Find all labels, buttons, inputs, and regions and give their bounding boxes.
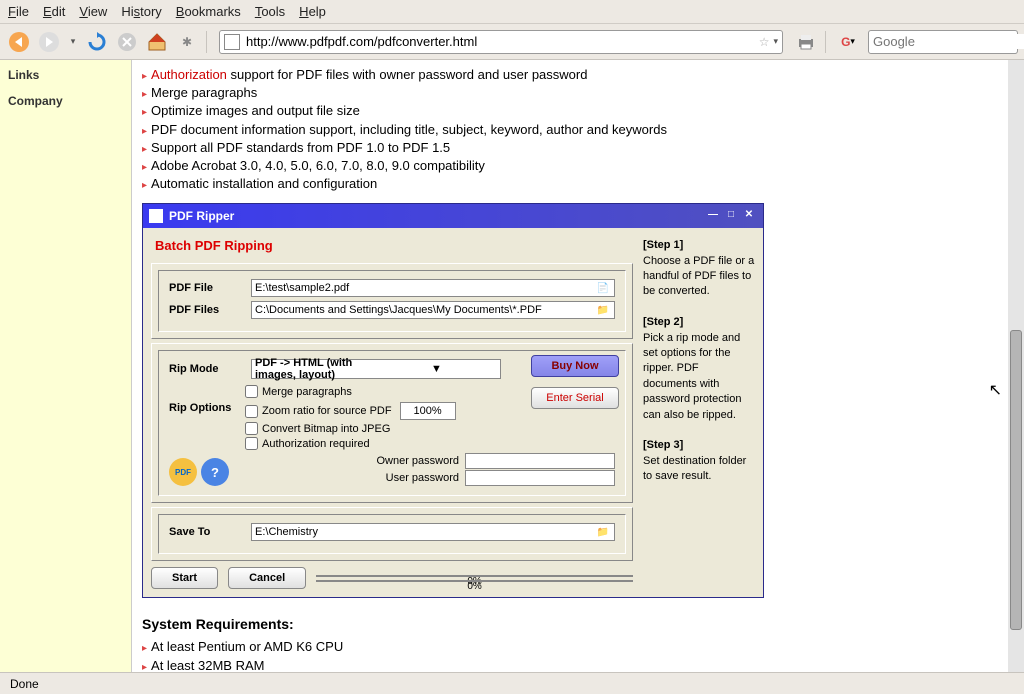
zoom-input[interactable]	[400, 402, 456, 420]
search-engine-icon[interactable]: G▾	[832, 29, 864, 55]
content-area: Links Company Authorization support for …	[0, 60, 1024, 672]
close-button[interactable]: ✕	[741, 209, 757, 223]
feature-item: Optimize images and output file size	[142, 102, 998, 120]
sidebar: Links Company	[0, 60, 132, 672]
browse-folder-icon[interactable]: 📁	[595, 303, 611, 317]
url-dropdown-icon[interactable]: ▾	[773, 36, 778, 47]
check-merge[interactable]: Merge paragraphs	[245, 385, 352, 398]
url-input[interactable]	[244, 32, 759, 51]
start-button[interactable]: Start	[151, 567, 218, 589]
chevron-down-icon: ▼	[376, 363, 497, 375]
sysreq-title: System Requirements:	[142, 616, 998, 632]
enter-serial-button[interactable]: Enter Serial	[531, 387, 619, 409]
label-rip-options: Rip Options	[169, 400, 245, 414]
menu-tools[interactable]: Tools	[255, 4, 285, 19]
feature-item: Merge paragraphs	[142, 84, 998, 102]
rip-mode-dropdown[interactable]: PDF -> HTML (with images, layout) ▼	[251, 359, 501, 379]
menu-help[interactable]: Help	[299, 4, 326, 19]
forward-button[interactable]	[36, 29, 62, 55]
check-auth[interactable]: Authorization required	[245, 437, 460, 450]
pdf-file-field[interactable]: 📄	[251, 279, 615, 297]
pdf-ripper-dialog: PDF Ripper — □ ✕ Batch PDF Ripping PDF F…	[142, 203, 764, 598]
reload-button[interactable]	[84, 29, 110, 55]
menu-history[interactable]: History	[121, 4, 161, 19]
check-zoom[interactable]: Zoom ratio for source PDF	[245, 402, 460, 420]
dialog-instructions: [Step 1] Choose a PDF file or a handful …	[643, 238, 755, 589]
paw-icon[interactable]: ✱	[174, 29, 200, 55]
statusbar: Done	[0, 672, 1024, 694]
app-icon	[149, 209, 163, 223]
owner-password-input[interactable]	[465, 453, 615, 469]
buy-now-button[interactable]: Buy Now	[531, 355, 619, 377]
menu-file[interactable]: File	[8, 4, 29, 19]
status-text: Done	[10, 677, 39, 691]
minimize-button[interactable]: —	[705, 209, 721, 223]
browse-save-icon[interactable]: 📁	[595, 525, 611, 539]
menu-view[interactable]: View	[79, 4, 107, 19]
label-pdf-files: PDF Files	[169, 304, 245, 316]
system-requirements: System Requirements: At least Pentium or…	[142, 616, 998, 672]
menubar: File Edit View History Bookmarks Tools H…	[0, 0, 1024, 24]
sysreq-item: At least 32MB RAM	[142, 657, 998, 673]
back-button[interactable]	[6, 29, 32, 55]
progress-bar-2: 0%	[316, 580, 633, 582]
dialog-titlebar[interactable]: PDF Ripper — □ ✕	[143, 204, 763, 228]
menu-bookmarks[interactable]: Bookmarks	[176, 4, 241, 19]
recent-dropdown[interactable]: ▾	[66, 29, 80, 55]
menu-edit[interactable]: Edit	[43, 4, 65, 19]
label-user-pwd: User password	[386, 472, 459, 484]
favicon	[224, 34, 240, 50]
scroll-thumb[interactable]	[1010, 330, 1022, 630]
check-bitmap[interactable]: Convert Bitmap into JPEG	[245, 422, 460, 435]
feature-item: Support all PDF standards from PDF 1.0 t…	[142, 139, 998, 157]
user-password-input[interactable]	[465, 470, 615, 486]
feature-item: Automatic installation and configuration	[142, 175, 998, 193]
label-save-to: Save To	[169, 526, 245, 538]
search-input[interactable]	[873, 34, 1024, 49]
stop-button[interactable]	[114, 29, 140, 55]
pdf-files-input[interactable]	[255, 304, 595, 316]
main-content: Authorization support for PDF files with…	[132, 60, 1008, 672]
help-icon[interactable]: ?	[201, 458, 229, 486]
rip-mode-value: PDF -> HTML (with images, layout)	[255, 357, 376, 381]
search-box[interactable]: 🔍	[868, 30, 1018, 54]
sidebar-item-links[interactable]: Links	[8, 68, 123, 82]
pdf-file-input[interactable]	[255, 282, 595, 294]
home-button[interactable]	[144, 29, 170, 55]
vertical-scrollbar[interactable]	[1008, 60, 1024, 672]
feature-item: Authorization support for PDF files with…	[142, 66, 998, 84]
sysreq-item: At least Pentium or AMD K6 CPU	[142, 638, 998, 656]
bookmark-star-icon[interactable]: ☆	[759, 35, 770, 49]
pdf-files-field[interactable]: 📁	[251, 301, 615, 319]
label-owner-pwd: Owner password	[376, 455, 459, 467]
toolbar: ▾ ✱ ☆ ▾ G▾ 🔍	[0, 24, 1024, 60]
print-button[interactable]	[793, 29, 819, 55]
cancel-button[interactable]: Cancel	[228, 567, 306, 589]
progress-bar-1: 0%	[316, 575, 633, 577]
label-rip-mode: Rip Mode	[169, 363, 245, 375]
dialog-section-title: Batch PDF Ripping	[155, 238, 633, 253]
save-to-input[interactable]	[255, 526, 595, 538]
feature-item: Adobe Acrobat 3.0, 4.0, 5.0, 6.0, 7.0, 8…	[142, 157, 998, 175]
sidebar-item-company[interactable]: Company	[8, 94, 123, 108]
browse-file-icon[interactable]: 📄	[595, 281, 611, 295]
feature-item: PDF document information support, includ…	[142, 121, 998, 139]
dialog-title: PDF Ripper	[169, 209, 234, 223]
pdf-help-icon[interactable]: PDF	[169, 458, 197, 486]
maximize-button[interactable]: □	[723, 209, 739, 223]
save-to-field[interactable]: 📁	[251, 523, 615, 541]
url-bar[interactable]: ☆ ▾	[219, 30, 783, 54]
label-pdf-file: PDF File	[169, 282, 245, 294]
